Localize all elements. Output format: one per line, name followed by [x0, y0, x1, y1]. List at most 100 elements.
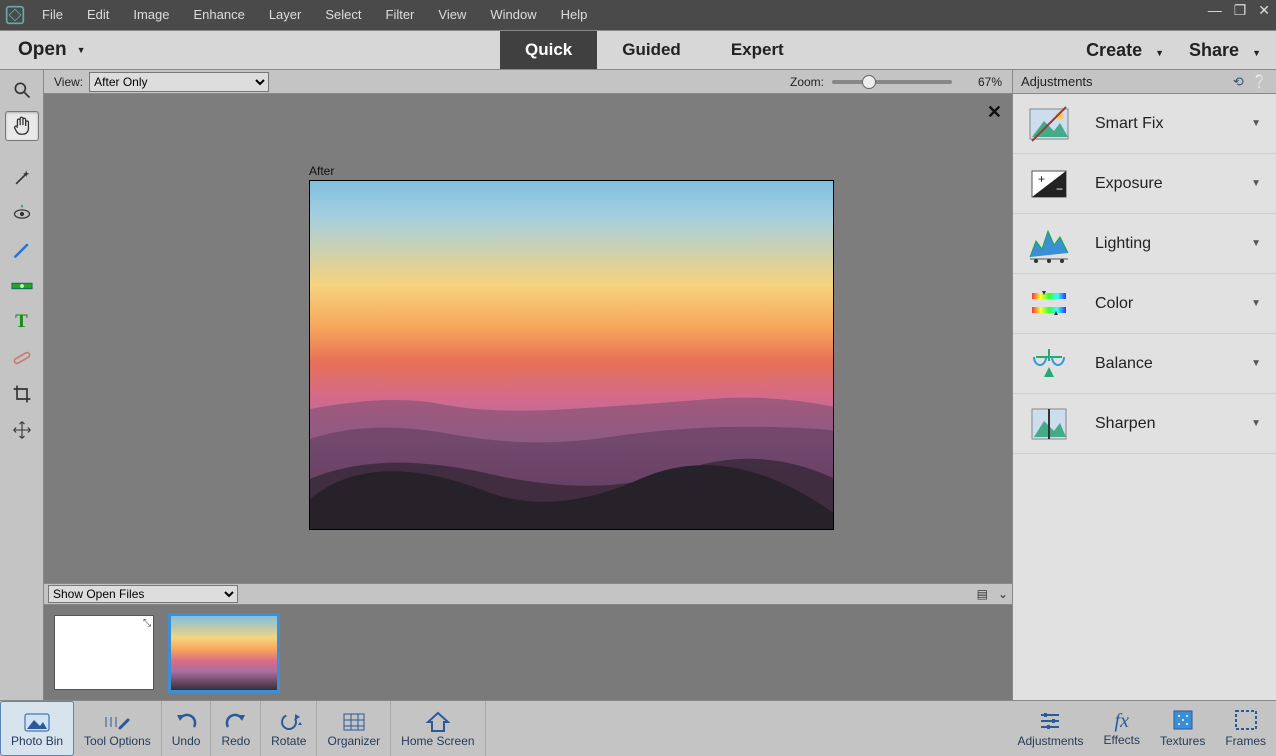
menu-file[interactable]: File: [30, 7, 75, 22]
svg-text:−: −: [1056, 182, 1063, 196]
bottom-home[interactable]: Home Screen: [391, 701, 485, 756]
open-button[interactable]: Open ▼: [0, 31, 180, 69]
tool-text[interactable]: T: [5, 307, 39, 337]
create-label: Create: [1086, 40, 1142, 60]
adjust-exposure[interactable]: +− Exposure▼: [1013, 154, 1276, 214]
chevron-down-icon: ▼: [1252, 48, 1261, 58]
chevron-down-icon: ▼: [1251, 418, 1261, 429]
zoom-label: Zoom:: [790, 75, 824, 89]
expand-icon: ⤡: [143, 618, 151, 629]
view-strip: View: After Only Zoom: 67%: [44, 70, 1012, 94]
menu-filter[interactable]: Filter: [374, 7, 427, 22]
balance-icon: [1028, 343, 1070, 385]
photo-bin: ⤡: [44, 605, 1012, 700]
mode-quick[interactable]: Quick: [500, 31, 597, 69]
close-document-icon[interactable]: ✕: [987, 102, 1002, 123]
rotate-icon: [276, 710, 302, 734]
undo-icon: [174, 710, 198, 734]
bottom-photobin[interactable]: Photo Bin: [0, 701, 74, 756]
bottom-effects[interactable]: fxEffects: [1094, 701, 1150, 756]
frames-icon: [1234, 709, 1258, 734]
tool-spotheal[interactable]: [5, 343, 39, 373]
exposure-icon: +−: [1028, 163, 1070, 205]
tool-whiten[interactable]: [5, 235, 39, 265]
view-select[interactable]: After Only: [89, 72, 269, 92]
close-icon[interactable]: ✕: [1258, 2, 1270, 19]
bin-selector[interactable]: Show Open Files: [48, 585, 238, 603]
minimize-icon[interactable]: —: [1208, 2, 1222, 19]
bin-menu-icon[interactable]: ▤: [977, 587, 988, 601]
zoom-thumb[interactable]: [862, 75, 876, 89]
modebar: Open ▼ QuickGuidedExpert Create ▼ Share …: [0, 30, 1276, 70]
bottom-bar: Photo BinTool OptionsUndoRedoRotateOrgan…: [0, 700, 1276, 756]
menu-edit[interactable]: Edit: [75, 7, 121, 22]
tool-move[interactable]: [5, 415, 39, 445]
mode-guided[interactable]: Guided: [597, 31, 706, 69]
adjust-label: Exposure: [1095, 175, 1251, 193]
document-image[interactable]: [309, 180, 834, 530]
menubar: FileEditImageEnhanceLayerSelectFilterVie…: [0, 0, 1276, 30]
adjust-color[interactable]: Color▼: [1013, 274, 1276, 334]
adjust-lighting[interactable]: Lighting▼: [1013, 214, 1276, 274]
adjust-label: Balance: [1095, 355, 1251, 373]
adjustments-panel: Adjustments ⟲ ❔ Smart Fix▼+−Exposure▼Lig…: [1012, 70, 1276, 700]
mode-expert[interactable]: Expert: [706, 31, 809, 69]
adjust-label: Lighting: [1095, 235, 1251, 253]
chevron-down-icon: ▼: [1251, 358, 1261, 369]
effects-icon: fx: [1115, 710, 1129, 733]
tool-crop[interactable]: [5, 379, 39, 409]
menu-window[interactable]: Window: [478, 7, 548, 22]
help-icon[interactable]: ❔: [1252, 74, 1268, 90]
adjust-smartfix[interactable]: Smart Fix▼: [1013, 94, 1276, 154]
create-button[interactable]: Create ▼: [1086, 40, 1164, 61]
textures-icon: [1172, 709, 1194, 734]
after-label: After: [309, 164, 834, 178]
bottom-textures[interactable]: Textures: [1150, 701, 1215, 756]
adjust-balance[interactable]: Balance▼: [1013, 334, 1276, 394]
app-logo-icon: [0, 0, 30, 30]
tool-strip: T: [0, 70, 44, 700]
reset-icon[interactable]: ⟲: [1233, 74, 1244, 90]
bottom-rotate[interactable]: Rotate: [261, 701, 317, 756]
bottom-undo[interactable]: Undo: [162, 701, 212, 756]
adjust-label: Sharpen: [1095, 415, 1251, 433]
open-label: Open: [18, 39, 67, 61]
color-icon: [1028, 283, 1070, 325]
zoom-percent: 67%: [966, 75, 1002, 89]
tool-hand[interactable]: [5, 111, 39, 141]
chevron-down-icon: ▼: [1155, 48, 1164, 58]
adjust-label: Smart Fix: [1095, 115, 1251, 133]
adjust-sharpen[interactable]: Sharpen▼: [1013, 394, 1276, 454]
maximize-icon[interactable]: ❐: [1234, 2, 1247, 19]
bottom-redo[interactable]: Redo: [211, 701, 261, 756]
bin-thumb-blank[interactable]: ⤡: [54, 615, 154, 690]
menu-view[interactable]: View: [426, 7, 478, 22]
menu-select[interactable]: Select: [313, 7, 373, 22]
tool-redeye[interactable]: [5, 199, 39, 229]
share-button[interactable]: Share ▼: [1189, 40, 1261, 61]
bottom-tooloptions[interactable]: Tool Options: [74, 701, 162, 756]
bin-chevron-icon[interactable]: ⌄: [998, 587, 1008, 601]
chevron-down-icon: ▼: [77, 45, 86, 55]
tool-zoom[interactable]: [5, 75, 39, 105]
bottom-organizer[interactable]: Organizer: [317, 701, 391, 756]
photo-bin-header: Show Open Files ▤ ⌄: [44, 583, 1012, 605]
tool-quicksel[interactable]: [5, 163, 39, 193]
chevron-down-icon: ▼: [1251, 238, 1261, 249]
chevron-down-icon: ▼: [1251, 178, 1261, 189]
window-controls: — ❐ ✕: [1208, 2, 1270, 19]
tooloptions-icon: [104, 710, 130, 734]
bottom-frames[interactable]: Frames: [1215, 701, 1276, 756]
menu-help[interactable]: Help: [549, 7, 600, 22]
tool-straighten[interactable]: [5, 271, 39, 301]
smartfix-icon: [1028, 103, 1070, 145]
bin-thumb-image[interactable]: [168, 613, 280, 693]
bottom-adjustments[interactable]: Adjustments: [1007, 701, 1093, 756]
photobin-icon: [24, 710, 50, 734]
menu-layer[interactable]: Layer: [257, 7, 314, 22]
zoom-slider[interactable]: [832, 80, 952, 84]
menu-image[interactable]: Image: [121, 7, 181, 22]
panel-title: Adjustments: [1021, 74, 1093, 89]
menu-enhance[interactable]: Enhance: [182, 7, 257, 22]
canvas-area: ✕ After: [44, 94, 1012, 583]
